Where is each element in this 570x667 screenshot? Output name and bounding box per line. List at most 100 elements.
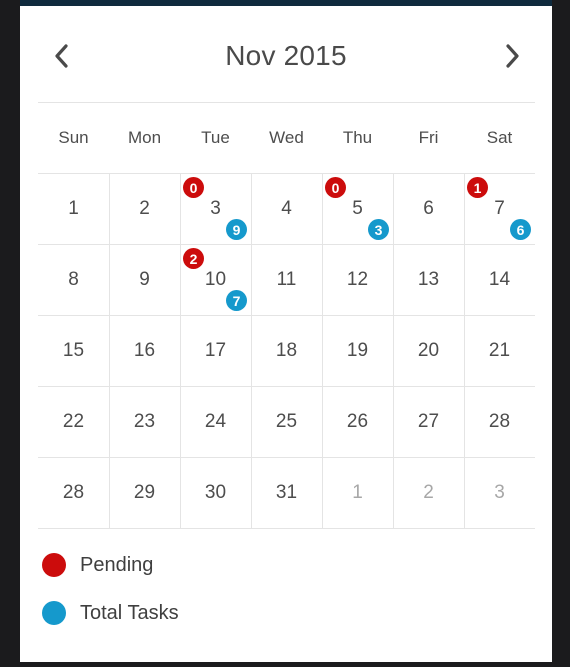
day-cell[interactable]: 27 bbox=[393, 387, 464, 458]
day-cell[interactable]: 26 bbox=[322, 387, 393, 458]
day-number: 3 bbox=[210, 198, 221, 219]
day-cell[interactable]: 29 bbox=[109, 458, 180, 529]
total-tasks-badge: 6 bbox=[510, 219, 531, 240]
day-number: 27 bbox=[417, 411, 440, 432]
day-cell[interactable]: 8 bbox=[38, 245, 109, 316]
day-number: 8 bbox=[68, 269, 79, 290]
day-number: 26 bbox=[346, 411, 369, 432]
day-cell[interactable]: 11 bbox=[251, 245, 322, 316]
day-cell[interactable]: 17 bbox=[180, 316, 251, 387]
day-number: 31 bbox=[275, 482, 298, 503]
day-number: 28 bbox=[488, 411, 511, 432]
grid-line bbox=[322, 173, 323, 528]
day-cell[interactable]: 2 bbox=[393, 458, 464, 529]
day-cell[interactable]: 1 bbox=[38, 174, 109, 245]
day-number: 1 bbox=[68, 198, 79, 219]
day-cell[interactable]: 25 bbox=[251, 387, 322, 458]
day-number: 13 bbox=[417, 269, 440, 290]
day-number: 24 bbox=[204, 411, 227, 432]
day-cell[interactable]: 3 bbox=[464, 458, 535, 529]
weekday-header: Mon bbox=[127, 127, 162, 147]
pending-count-badge: 0 bbox=[325, 177, 346, 198]
legend-item: Total Tasks bbox=[42, 601, 179, 625]
weekday-header: Thu bbox=[342, 127, 373, 147]
day-number: 2 bbox=[423, 482, 434, 503]
grid-line bbox=[393, 173, 394, 528]
legend: Pending Total Tasks bbox=[42, 553, 179, 649]
grid-line bbox=[464, 173, 465, 528]
day-cell[interactable]: 22 bbox=[38, 387, 109, 458]
legend-item: Pending bbox=[42, 553, 179, 577]
day-cell[interactable]: 6 bbox=[393, 174, 464, 245]
day-cell[interactable]: 21 bbox=[464, 316, 535, 387]
day-number: 15 bbox=[62, 340, 85, 361]
day-number: 23 bbox=[133, 411, 156, 432]
weekday-header: Fri bbox=[418, 127, 439, 147]
weekday-header: Wed bbox=[269, 127, 304, 147]
day-number: 4 bbox=[281, 198, 292, 219]
grid-line bbox=[38, 528, 535, 529]
day-cell[interactable]: 4 bbox=[251, 174, 322, 245]
day-cell[interactable]: 50 3 bbox=[322, 174, 393, 245]
pending-count-badge: 2 bbox=[183, 248, 204, 269]
day-number: 20 bbox=[417, 340, 440, 361]
day-cell[interactable]: 9 bbox=[109, 245, 180, 316]
next-month-button[interactable] bbox=[492, 36, 532, 76]
day-number: 12 bbox=[346, 269, 369, 290]
day-number: 11 bbox=[276, 269, 297, 290]
legend-label: Total Tasks bbox=[80, 601, 179, 624]
day-cell[interactable]: 28 bbox=[464, 387, 535, 458]
pending-count-badge: 1 bbox=[467, 177, 488, 198]
day-cell[interactable]: 30 bbox=[180, 458, 251, 529]
weekday-header: Sun bbox=[58, 127, 89, 147]
day-cell[interactable]: 19 bbox=[322, 316, 393, 387]
day-number: 7 bbox=[494, 198, 505, 219]
day-number: 18 bbox=[275, 340, 298, 361]
day-number: 19 bbox=[346, 340, 369, 361]
day-number: 22 bbox=[62, 411, 85, 432]
day-number: 25 bbox=[275, 411, 298, 432]
day-cell[interactable]: 1 bbox=[322, 458, 393, 529]
total-tasks-badge: 9 bbox=[226, 219, 247, 240]
grid-line bbox=[109, 173, 110, 528]
pending-count-badge: 0 bbox=[183, 177, 204, 198]
calendar-card: Nov 2015 Sun Mon Tue Wed Thu Fri Sat 1 2 3 0 9 4 5 0 3 6… bbox=[20, 6, 552, 662]
day-cell[interactable]: 18 bbox=[251, 316, 322, 387]
day-number: 14 bbox=[488, 269, 511, 290]
day-cell[interactable]: 14 bbox=[464, 245, 535, 316]
chevron-right-icon bbox=[506, 44, 519, 68]
day-cell[interactable]: 31 bbox=[251, 458, 322, 529]
total-tasks-badge: 3 bbox=[368, 219, 389, 240]
day-number: 9 bbox=[139, 269, 150, 290]
day-number: 30 bbox=[204, 482, 227, 503]
day-number: 3 bbox=[494, 482, 505, 503]
calendar-header: Nov 2015 bbox=[20, 6, 552, 102]
day-number: 16 bbox=[133, 340, 156, 361]
day-number: 5 bbox=[352, 198, 363, 219]
day-cell[interactable]: 15 bbox=[38, 316, 109, 387]
day-cell[interactable]: 24 bbox=[180, 387, 251, 458]
grid-line bbox=[251, 173, 252, 528]
day-number: 10 bbox=[204, 269, 227, 290]
weekday-header: Tue bbox=[201, 127, 230, 147]
day-cell[interactable]: 10 2 7 bbox=[180, 245, 251, 316]
day-cell[interactable]: 28 bbox=[38, 458, 109, 529]
month-title: Nov 2015 bbox=[225, 40, 347, 71]
day-cell[interactable]: 71 6 bbox=[464, 174, 535, 245]
legend-dot-icon bbox=[42, 553, 66, 577]
day-cell[interactable]: 16 bbox=[109, 316, 180, 387]
day-number: 6 bbox=[423, 198, 434, 219]
day-number: 2 bbox=[139, 198, 150, 219]
day-cell[interactable]: 20 bbox=[393, 316, 464, 387]
day-cell[interactable]: 13 bbox=[393, 245, 464, 316]
day-number: 29 bbox=[133, 482, 156, 503]
legend-label: Pending bbox=[80, 553, 154, 576]
day-number: 28 bbox=[62, 482, 85, 503]
day-cell[interactable]: 30 9 bbox=[180, 174, 251, 245]
day-cell[interactable]: 23 bbox=[109, 387, 180, 458]
day-cell[interactable]: 12 bbox=[322, 245, 393, 316]
grid-line bbox=[180, 173, 181, 528]
day-number: 1 bbox=[352, 482, 363, 503]
legend-dot-icon bbox=[42, 601, 66, 625]
day-cell[interactable]: 2 bbox=[109, 174, 180, 245]
